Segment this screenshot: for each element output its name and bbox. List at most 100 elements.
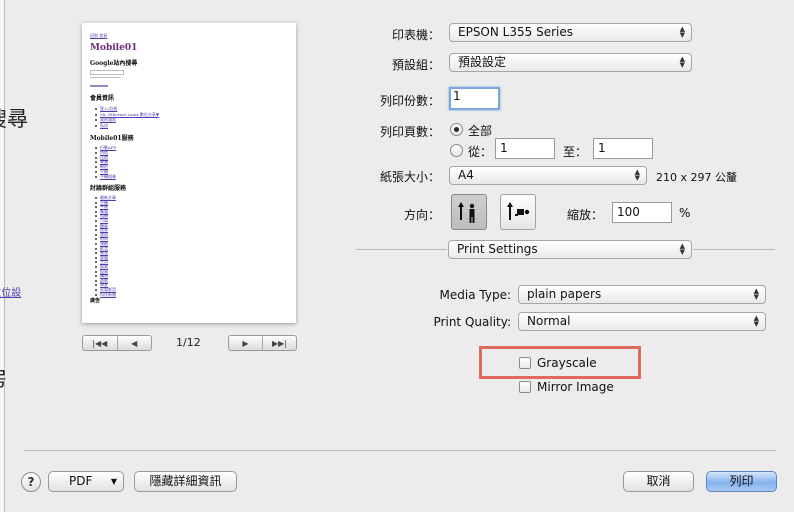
preview-bullet xyxy=(95,243,97,245)
paper-size-popup[interactable]: A4 ▲ ▼ xyxy=(449,166,647,185)
preview-member-heading: 會員資訊 xyxy=(90,95,115,102)
page-indicator: 1/12 xyxy=(176,336,201,349)
pages-range-radio[interactable] xyxy=(450,144,463,157)
printer-popup[interactable]: EPSON L355 Series ▲ ▼ xyxy=(449,23,692,42)
previous-page-button[interactable]: ◀ xyxy=(116,336,152,350)
updown-arrows-icon: ▲ ▼ xyxy=(753,314,759,328)
printer-label: 印表機： xyxy=(391,28,440,42)
preview-bullet xyxy=(95,175,97,178)
preview-bullet xyxy=(95,261,97,264)
preview-bullet xyxy=(95,238,97,241)
help-button[interactable]: ? xyxy=(21,472,41,492)
printer-value: EPSON L355 Series xyxy=(458,25,573,39)
pages-to-field[interactable]: 1 xyxy=(593,138,653,159)
orientation-portrait-button[interactable] xyxy=(451,194,487,230)
grayscale-checkbox[interactable] xyxy=(519,357,531,369)
first-page-button[interactable]: |◀◀ xyxy=(83,336,117,350)
preview-forum-heading: 討論群組服務 xyxy=(90,185,127,192)
pager-back-group: |◀◀ ◀ xyxy=(82,335,152,351)
updown-arrows-icon: ▲ ▼ xyxy=(679,55,685,69)
preview-bullet xyxy=(95,247,97,250)
presets-value: 預設設定 xyxy=(458,55,507,69)
pdf-label: PDF xyxy=(69,474,93,488)
pages-to-label: 至： xyxy=(563,145,588,159)
dropdown-arrow-icon: ▼ xyxy=(110,477,117,486)
preview-bullet xyxy=(95,124,97,127)
pages-all-label: 全部 xyxy=(468,124,493,138)
background-link: ux 數位設 xyxy=(0,288,22,299)
last-page-button[interactable]: ▶▶| xyxy=(262,336,296,350)
settings-section-popup[interactable]: Print Settings ▲ ▼ xyxy=(448,240,692,259)
pdf-menu-button[interactable]: PDF ▼ xyxy=(48,471,124,492)
preview-bullet xyxy=(95,210,97,213)
copies-label: 列印份數： xyxy=(379,94,440,108)
preview-bullet xyxy=(95,197,97,199)
mirror-image-checkbox[interactable] xyxy=(519,381,531,393)
preview-bullet xyxy=(95,108,97,110)
hide-details-button[interactable]: 隱藏詳細資訊 xyxy=(134,471,237,492)
preview-bullet xyxy=(95,151,97,154)
preview-list-item: 私訊 xyxy=(100,122,108,128)
cancel-button[interactable]: 取消 xyxy=(623,471,694,492)
pager-forward-group: ▶ ▶▶| xyxy=(228,335,297,351)
preview-bullet xyxy=(95,224,97,227)
preview-bullet xyxy=(95,229,97,232)
preview-bullet xyxy=(95,113,97,116)
copies-field[interactable]: 1 xyxy=(449,87,500,110)
print-button[interactable]: 列印 xyxy=(706,471,777,492)
preview-bullet xyxy=(95,293,97,296)
pages-from-field[interactable]: 1 xyxy=(495,138,555,159)
orientation-landscape-button[interactable] xyxy=(500,194,536,230)
next-page-button[interactable]: ▶ xyxy=(229,336,262,350)
updown-arrows-icon: ▲ ▼ xyxy=(634,168,640,182)
preview-bullet xyxy=(95,201,97,204)
print-quality-popup[interactable]: Normal ▲ ▼ xyxy=(518,312,766,331)
paper-dimensions: 210 x 297 公釐 xyxy=(656,171,737,184)
preview-bullet xyxy=(95,289,97,291)
preview-bullet xyxy=(95,220,97,222)
landscape-orientation-icon xyxy=(507,202,530,220)
mirror-image-label: Mirror Image xyxy=(537,380,614,394)
pages-from-label: 從： xyxy=(468,145,493,159)
preview-bullet xyxy=(95,161,97,164)
grayscale-label: Grayscale xyxy=(537,356,597,370)
preview-bullet xyxy=(95,171,97,173)
preview-bullet xyxy=(95,284,97,287)
preview-bullet xyxy=(95,215,97,218)
pages-label: 列印頁數： xyxy=(379,125,440,139)
paper-size-value: A4 xyxy=(458,168,474,182)
preview-bullet xyxy=(95,147,97,149)
updown-arrows-icon: ▲ ▼ xyxy=(679,25,685,39)
paper-size-label: 紙張大小： xyxy=(379,170,440,184)
print-quality-value: Normal xyxy=(527,314,571,328)
preview-bullet xyxy=(95,119,97,121)
scale-label: 縮放： xyxy=(566,208,603,222)
preview-divider xyxy=(90,77,120,78)
preview-bullet xyxy=(95,156,97,159)
preview-bullet xyxy=(95,266,97,268)
preview-bullet xyxy=(95,275,97,278)
updown-arrows-icon: ▲ ▼ xyxy=(679,242,685,256)
footer-separator xyxy=(24,450,776,451)
media-type-label: Media Type: xyxy=(439,288,511,302)
background-text-room: 房 xyxy=(0,363,7,393)
preview-services-heading: Mobile01服務 xyxy=(90,135,134,142)
preview-ad-label: 廣告 xyxy=(90,298,101,304)
section-separator-right xyxy=(693,249,775,250)
updown-arrows-icon: ▲ ▼ xyxy=(753,287,759,301)
preview-bullet xyxy=(95,279,97,282)
scale-field[interactable]: 100 xyxy=(612,202,672,223)
presets-popup[interactable]: 預設設定 ▲ ▼ xyxy=(449,53,692,72)
pages-all-radio[interactable] xyxy=(450,123,463,136)
scale-unit: % xyxy=(679,206,691,220)
orientation-label: 方向： xyxy=(403,208,440,222)
background-page-edge xyxy=(0,0,5,512)
media-type-popup[interactable]: plain papers ▲ ▼ xyxy=(518,285,766,304)
preview-search-box xyxy=(90,70,124,75)
preview-search-heading: Google站內搜尋 xyxy=(90,60,138,67)
portrait-orientation-icon xyxy=(458,202,475,223)
preview-list-item: 科技新聞 xyxy=(100,291,116,297)
print-quality-label: Print Quality: xyxy=(433,315,511,329)
section-separator-left xyxy=(356,249,447,250)
preview-list-item: 手機搜尋 xyxy=(100,173,116,179)
